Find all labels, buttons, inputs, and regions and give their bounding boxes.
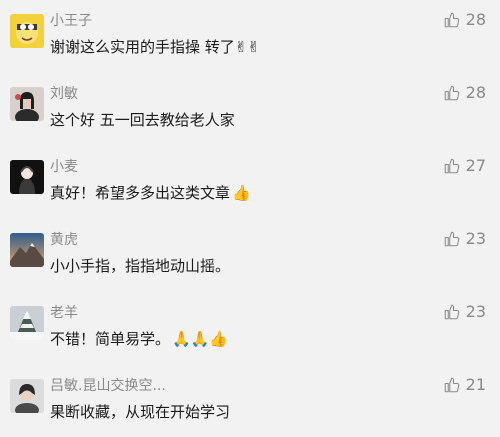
pray-and-thumbs-up-emoji-icon: 🙏🙏👍 (172, 330, 229, 348)
avatar[interactable] (10, 14, 44, 48)
comment-item: 小王子 谢谢这么实用的手指操 转了✌✌ 28 (0, 0, 500, 72)
like-count: 23 (465, 229, 486, 248)
thumbs-up-icon (444, 231, 459, 246)
comment-text-content: 小小手指，指指地动山摇。 (50, 257, 231, 275)
like-count: 28 (465, 10, 486, 29)
like-button[interactable]: 27 (443, 156, 486, 175)
comment-list: 小王子 谢谢这么实用的手指操 转了✌✌ 28 刘敏 这个好 五一回去教给老人家 (0, 0, 500, 431)
comment-text: 不错！简单易学。 🙏🙏👍 (50, 328, 228, 349)
silhouette-avatar-icon (10, 160, 44, 194)
comment-text: 谢谢这么实用的手指操 转了✌✌ (50, 36, 260, 57)
thumbs-up-icon (444, 158, 459, 173)
like-button[interactable]: 21 (443, 375, 486, 394)
comment-text: 这个好 五一回去教给老人家 (50, 109, 235, 130)
comment-text-content: 这个好 五一回去教给老人家 (50, 111, 235, 129)
comment-text: 真好！希望多多出这类文章 👍 (50, 182, 251, 203)
comment-item: 吕敏.昆山交换空... 果断收藏，从现在开始学习 21 (0, 365, 500, 437)
like-count: 28 (465, 83, 486, 102)
like-button[interactable]: 28 (443, 10, 486, 29)
cartoon-avatar-icon (10, 14, 44, 48)
comment-text: 果断收藏，从现在开始学习 (50, 401, 230, 422)
comment-text-content: 果断收藏，从现在开始学习 (50, 403, 231, 421)
commenter-name[interactable]: 刘敏 (50, 83, 78, 103)
thumbs-up-icon (444, 377, 459, 392)
comment-item: 小麦 真好！希望多多出这类文章 👍 27 (0, 146, 500, 218)
avatar[interactable] (10, 233, 44, 267)
avatar[interactable] (10, 87, 44, 121)
avatar[interactable] (10, 160, 44, 194)
snowy-tree-avatar-icon (10, 306, 44, 340)
like-count: 27 (465, 156, 486, 175)
like-count: 21 (465, 375, 486, 394)
commenter-name[interactable]: 吕敏.昆山交换空... (50, 375, 166, 395)
comment-text-content: 不错！简单易学。 (50, 330, 171, 348)
like-button[interactable]: 28 (443, 83, 486, 102)
like-button[interactable]: 23 (443, 302, 486, 321)
thumbs-up-emoji-icon: 👍 (232, 184, 251, 202)
like-button[interactable]: 23 (443, 229, 486, 248)
avatar[interactable] (10, 379, 44, 413)
comment-item: 老羊 不错！简单易学。 🙏🙏👍 23 (0, 292, 500, 364)
commenter-name[interactable]: 老羊 (50, 302, 78, 322)
woman-avatar-icon (10, 379, 44, 413)
portrait-avatar-icon (10, 87, 44, 121)
comment-text: 小小手指，指指地动山摇。 (50, 255, 230, 276)
comment-text-content: 真好！希望多多出这类文章 (50, 184, 231, 202)
commenter-name[interactable]: 黄虎 (50, 229, 78, 249)
thumbs-up-icon (444, 85, 459, 100)
like-count: 23 (465, 302, 486, 321)
avatar[interactable] (10, 306, 44, 340)
comment-item: 刘敏 这个好 五一回去教给老人家 28 (0, 73, 500, 145)
mountain-avatar-icon (10, 233, 44, 267)
thumbs-up-icon (444, 12, 459, 27)
commenter-name[interactable]: 小王子 (50, 10, 92, 30)
comment-item: 黄虎 小小手指，指指地动山摇。 23 (0, 219, 500, 291)
commenter-name[interactable]: 小麦 (50, 156, 78, 176)
thumbs-up-icon (444, 304, 459, 319)
comment-text-content: 谢谢这么实用的手指操 转了✌✌ (50, 38, 260, 56)
